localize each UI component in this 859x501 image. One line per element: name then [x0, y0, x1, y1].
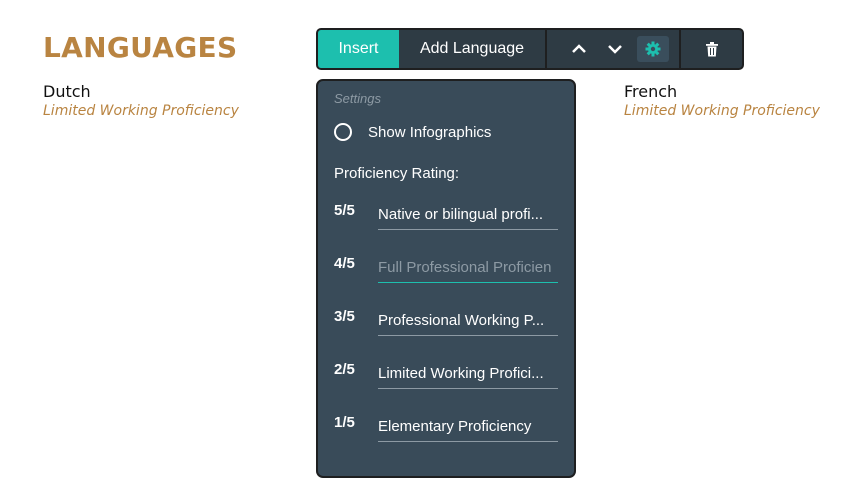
rating-score: 3/5: [334, 308, 355, 325]
rating-3-input[interactable]: [378, 306, 558, 336]
rating-row-3: 3/5: [334, 306, 560, 342]
rating-2-input[interactable]: [378, 359, 558, 389]
settings-button[interactable]: [637, 36, 669, 62]
chevron-up-icon: [572, 44, 586, 53]
section-toolbar: Insert Add Language: [316, 28, 744, 70]
rating-score: 4/5: [334, 255, 355, 272]
add-language-button[interactable]: Add Language: [399, 30, 547, 68]
rating-row-4: 4/5: [334, 253, 560, 289]
rating-row-1: 1/5: [334, 412, 560, 448]
rating-row-5: 5/5: [334, 200, 560, 236]
show-infographics-toggle[interactable]: Show Infographics: [334, 123, 491, 141]
move-settings-group: [547, 30, 681, 68]
language-level: Limited Working Proficiency: [43, 103, 239, 119]
insert-button[interactable]: Insert: [318, 30, 399, 68]
settings-dropdown: Settings Show Infographics Proficiency R…: [316, 79, 576, 478]
chevron-down-icon: [608, 45, 622, 54]
show-infographics-label: Show Infographics: [368, 123, 492, 141]
proficiency-rating-label: Proficiency Rating:: [334, 165, 460, 182]
language-name: French: [624, 82, 678, 101]
move-down-button[interactable]: [597, 35, 633, 63]
radio-unchecked-icon[interactable]: [334, 123, 352, 141]
language-name: Dutch: [43, 82, 91, 101]
language-level: Limited Working Proficiency: [624, 103, 820, 119]
move-up-button[interactable]: [561, 35, 597, 63]
gear-icon: [645, 41, 661, 57]
rating-4-input[interactable]: [378, 253, 558, 283]
rating-score: 5/5: [334, 202, 355, 219]
trash-icon: [705, 41, 718, 56]
language-entry-dutch[interactable]: Dutch Limited Working Proficiency: [43, 82, 239, 120]
rating-1-input[interactable]: [378, 412, 558, 442]
section-title: LANGUAGES: [43, 31, 238, 64]
rating-score: 2/5: [334, 361, 355, 378]
language-entry-french[interactable]: French Limited Working Proficiency: [624, 82, 820, 120]
rating-row-2: 2/5: [334, 359, 560, 395]
rating-5-input[interactable]: [378, 200, 558, 230]
settings-header: Settings: [334, 91, 381, 106]
delete-button[interactable]: [681, 30, 742, 68]
rating-score: 1/5: [334, 414, 355, 431]
